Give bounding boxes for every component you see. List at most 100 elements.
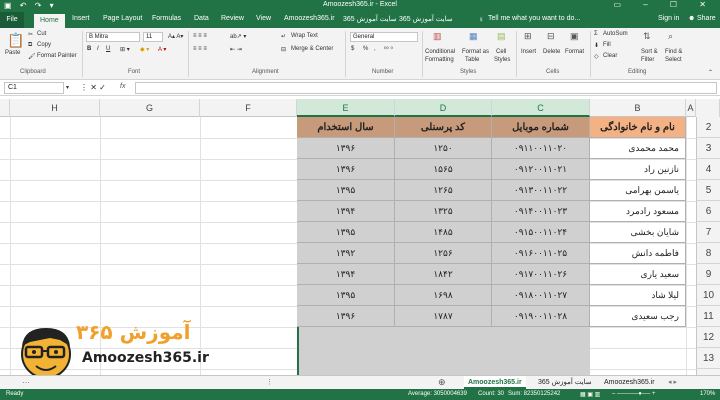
- table-cell-phone[interactable]: ۰۹۱۸۰۰۱۱۰۲۷: [492, 285, 590, 306]
- tab-site-1[interactable]: Amoozesh365.ir: [284, 15, 335, 22]
- row-header-3[interactable]: 3: [696, 138, 720, 159]
- tab-site-2[interactable]: سایت آموزش 365: [343, 15, 397, 23]
- table-cell-name[interactable]: لیلا شاد: [590, 285, 686, 306]
- find-select-sub[interactable]: Select: [665, 57, 682, 63]
- row-header-6[interactable]: 6: [696, 201, 720, 222]
- sheet-tab-third[interactable]: Amoozesh365.ir: [600, 376, 659, 389]
- paste-icon[interactable]: 📋: [7, 32, 24, 49]
- table-cell-phone[interactable]: ۰۹۱۱۰۰۱۱۰۲۰: [492, 138, 590, 159]
- table-cell-name[interactable]: رجب سعیدی: [590, 306, 686, 327]
- header-cell-code[interactable]: کد پرسنلی: [395, 117, 492, 138]
- delete-cells-button[interactable]: Delete: [543, 49, 560, 55]
- table-cell-year[interactable]: ۱۳۹۵: [297, 180, 395, 201]
- underline-button[interactable]: U: [106, 46, 110, 52]
- column-header-a[interactable]: A: [686, 99, 696, 117]
- table-cell-name[interactable]: فاطمه دانش: [590, 243, 686, 264]
- name-box-dropdown-icon[interactable]: ▾: [66, 84, 69, 91]
- sheet-tab-active[interactable]: Amoozesh365.ir: [464, 376, 526, 389]
- column-header-f[interactable]: F: [200, 99, 297, 117]
- table-cell-name[interactable]: نازنین راد: [590, 159, 686, 180]
- table-cell-year[interactable]: ۱۳۹۲: [297, 243, 395, 264]
- italic-button[interactable]: I: [97, 46, 99, 52]
- row-header-5[interactable]: 5: [696, 180, 720, 201]
- paste-button[interactable]: Paste: [5, 50, 20, 56]
- formula-buttons[interactable]: ⋮ ✕ ✓: [80, 83, 106, 92]
- row-header-4[interactable]: 4: [696, 159, 720, 180]
- cut-button[interactable]: Cut: [37, 31, 46, 37]
- table-cell-code[interactable]: ۱۲۵۶: [395, 243, 492, 264]
- autosum-button[interactable]: AutoSum: [603, 31, 628, 37]
- format-painter-icon[interactable]: 🖌: [28, 53, 36, 60]
- font-size-select[interactable]: 11: [143, 32, 163, 42]
- zoom-level[interactable]: 170%: [700, 391, 715, 397]
- format-cells-button[interactable]: Format: [565, 49, 584, 55]
- tab-file[interactable]: File: [0, 12, 24, 28]
- wrap-text-icon[interactable]: ↵: [281, 33, 286, 40]
- format-as-table-button[interactable]: Format as: [462, 49, 489, 55]
- select-all-corner[interactable]: [696, 99, 720, 117]
- align-left-icon[interactable]: ≡ ≡ ≡: [193, 46, 207, 52]
- delete-cells-icon[interactable]: ⊟: [547, 31, 555, 42]
- new-sheet-button[interactable]: ⊕: [434, 376, 450, 389]
- header-cell-name[interactable]: نام و نام خانوادگی: [590, 117, 686, 138]
- copy-button[interactable]: Copy: [37, 42, 51, 48]
- percent-button[interactable]: %: [363, 46, 368, 52]
- table-cell-year[interactable]: ۱۳۹۶: [297, 159, 395, 180]
- table-cell-code[interactable]: ۱۲۵۰: [395, 138, 492, 159]
- sheet-scroll-separator[interactable]: ⋮: [262, 376, 277, 389]
- find-select-button[interactable]: Find &: [665, 49, 682, 55]
- sort-filter-sub[interactable]: Filter: [641, 57, 654, 63]
- collapse-ribbon-icon[interactable]: ⌃: [708, 69, 713, 76]
- sheet-tab-second[interactable]: سایت آموزش 365: [534, 376, 596, 389]
- column-header-g[interactable]: G: [100, 99, 200, 117]
- format-as-table-icon[interactable]: ▦: [469, 31, 478, 42]
- font-color-icon[interactable]: A ▾: [158, 46, 166, 53]
- table-cell-name[interactable]: مسعود رادمرد: [590, 201, 686, 222]
- tab-scroll-arrows[interactable]: ⋯: [18, 376, 34, 389]
- table-cell-code[interactable]: ۱۶۹۸: [395, 285, 492, 306]
- decimal-icon[interactable]: ⁰⁰ ⁰: [384, 46, 393, 53]
- row-header-2[interactable]: 2: [696, 117, 720, 138]
- window-controls[interactable]: ▭ – ☐ ✕: [613, 0, 716, 9]
- grow-font-icon[interactable]: A▴ A▾: [168, 33, 183, 40]
- bold-button[interactable]: B: [87, 46, 91, 52]
- format-as-table-sub[interactable]: Table: [465, 57, 479, 63]
- header-cell-year[interactable]: سال استخدام: [297, 117, 395, 138]
- sign-in-link[interactable]: Sign in: [658, 15, 679, 22]
- column-header-c[interactable]: C: [492, 99, 590, 117]
- font-name-select[interactable]: B Mitra: [86, 32, 140, 42]
- table-cell-name[interactable]: محمد محمدی: [590, 138, 686, 159]
- table-cell-name[interactable]: شایان بخشی: [590, 222, 686, 243]
- table-cell-code[interactable]: ۱۵۶۵: [395, 159, 492, 180]
- column-header-h[interactable]: H: [10, 99, 100, 117]
- align-top-icon[interactable]: ≡ ≡ ≡: [193, 33, 207, 39]
- cell-styles-button[interactable]: Cell: [496, 49, 506, 55]
- tab-formulas[interactable]: Formulas: [152, 15, 181, 22]
- row-header-8[interactable]: 8: [696, 243, 720, 264]
- column-header-e[interactable]: E: [297, 99, 395, 117]
- table-cell-phone[interactable]: ۰۹۱۴۰۰۱۱۰۲۳: [492, 201, 590, 222]
- table-cell-code[interactable]: ۱۸۴۲: [395, 264, 492, 285]
- row-header-10[interactable]: 10: [696, 285, 720, 306]
- share-button[interactable]: Share: [697, 15, 716, 22]
- worksheet-grid[interactable]: H G F E D C B A 2 3 4 5 6 7 8 9 10 11 12…: [0, 99, 720, 375]
- cut-icon[interactable]: ✂: [28, 31, 33, 38]
- comma-button[interactable]: ,: [374, 46, 376, 52]
- format-painter-button[interactable]: Format Painter: [37, 53, 77, 59]
- format-cells-icon[interactable]: ▣: [570, 31, 579, 42]
- copy-icon[interactable]: ⧉: [28, 42, 32, 49]
- row-header-7[interactable]: 7: [696, 222, 720, 243]
- wrap-text-button[interactable]: Wrap Text: [291, 33, 318, 39]
- find-select-icon[interactable]: ⌕: [668, 31, 673, 42]
- currency-button[interactable]: $: [351, 46, 354, 52]
- cell-styles-icon[interactable]: ▤: [497, 31, 506, 42]
- borders-icon[interactable]: ⊞ ▾: [120, 46, 130, 53]
- tab-site-3[interactable]: سایت آموزش 365: [399, 15, 453, 23]
- fill-color-icon[interactable]: ◆ ▾: [140, 46, 149, 53]
- tab-home[interactable]: Home: [34, 14, 65, 28]
- merge-center-button[interactable]: Merge & Center: [291, 46, 333, 52]
- table-cell-year[interactable]: ۱۳۹۴: [297, 264, 395, 285]
- row-header-13[interactable]: 13: [696, 348, 720, 369]
- autosum-icon[interactable]: Σ: [594, 31, 598, 37]
- table-cell-year[interactable]: ۱۳۹۶: [297, 306, 395, 327]
